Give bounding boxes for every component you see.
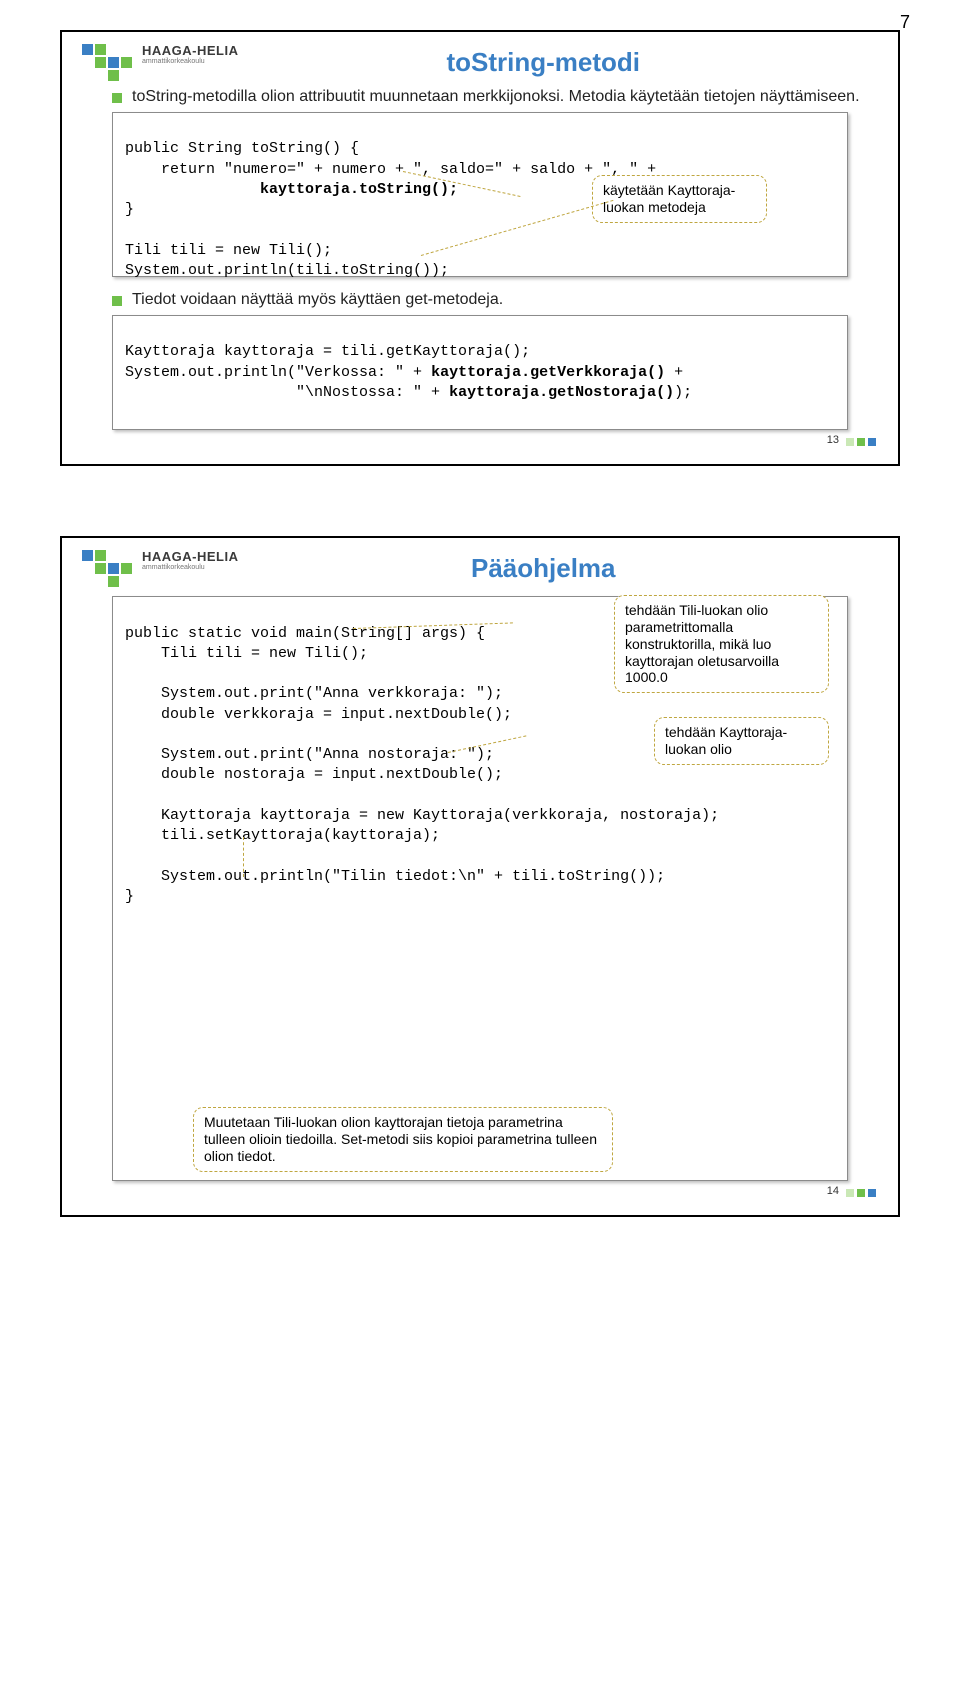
slide-number: 14 [827,1185,839,1197]
code-block-2: Kayttoraja kayttoraja = tili.getKayttora… [112,315,848,430]
slide-title: toString-metodi [209,47,879,78]
slide-number: 13 [827,434,839,446]
slide-number-deco: 14 [827,1185,876,1197]
callout-set-metodi: Muutetaan Tili-luokan olion kayttorajan … [193,1107,613,1171]
bullet-text: toString-metodilla olion attribuutit muu… [132,88,860,106]
slide-14: HAAGA-HELIA ammattikorkeakoulu Pääohjelm… [60,536,900,1216]
callout-tili-olio: tehdään Tili-luokan olio parametrittomal… [614,595,829,693]
code-block-1: public String toString() { return "numer… [112,112,848,277]
callout-kayttoraja-metodeja: käytetään Kayttoraja-luokan metodeja [592,175,767,223]
bullet-item: toString-metodilla olion attribuutit muu… [112,88,878,106]
slide-number-deco: 13 [827,434,876,446]
slide-title: Pääohjelma [209,553,879,584]
slide-13: HAAGA-HELIA ammattikorkeakoulu toString-… [60,30,900,466]
code-block-main: public static void main(String[] args) {… [112,596,848,1180]
bullet-icon [112,93,122,103]
bullet-icon [112,296,122,306]
callout-kayttoraja-olio: tehdään Kayttoraja-luokan olio [654,717,829,765]
page-number: 7 [900,12,910,33]
bullet-item: Tiedot voidaan näyttää myös käyttäen get… [112,291,878,309]
